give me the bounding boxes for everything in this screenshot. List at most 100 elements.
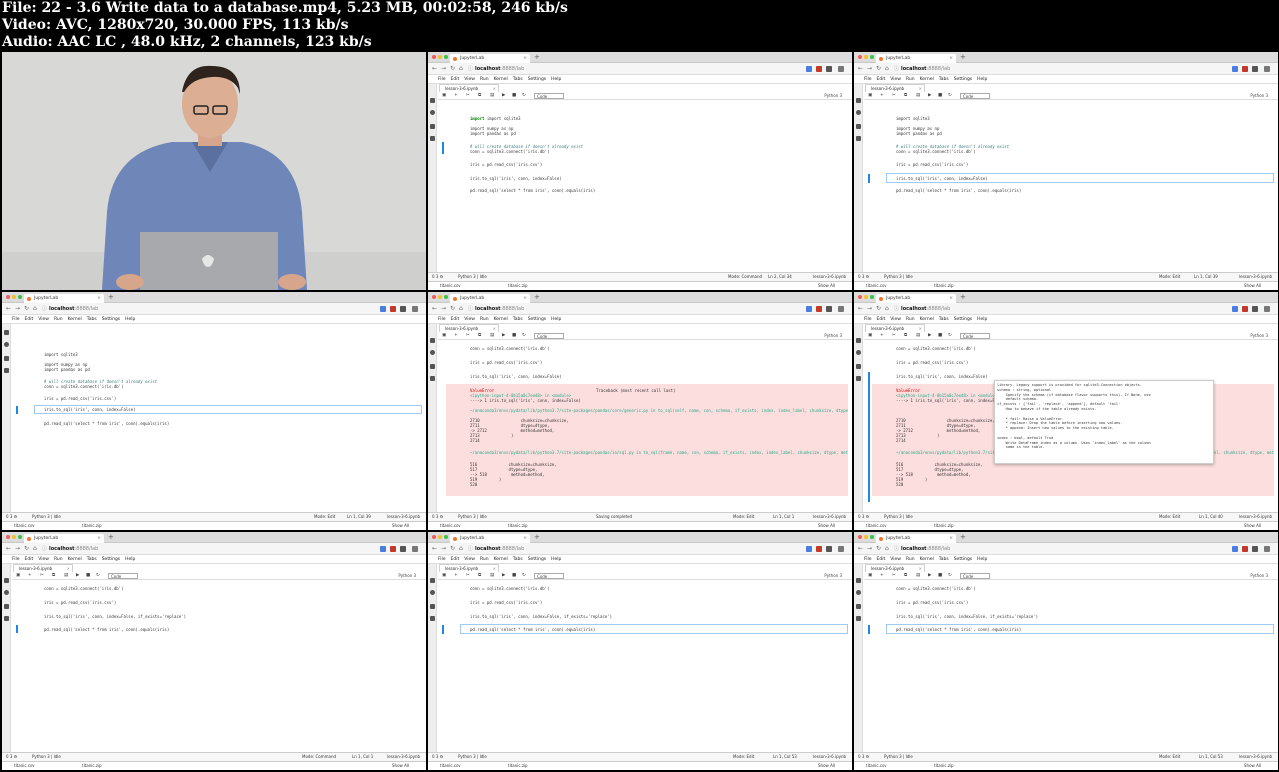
menu-view[interactable]: View: [890, 317, 901, 322]
run-icon[interactable]: ▶: [502, 92, 505, 100]
restart-icon[interactable]: ↻: [96, 572, 100, 580]
show-all-button[interactable]: Show All: [818, 522, 835, 530]
code-line[interactable]: iris.to_sql('iris', conn, index=False): [896, 176, 1274, 181]
browser-tab[interactable]: JupyterLab ×: [876, 534, 956, 543]
tabs-icon[interactable]: [856, 136, 861, 141]
cut-icon[interactable]: ✂: [892, 332, 896, 340]
show-all-button[interactable]: Show All: [1244, 282, 1261, 290]
tabs-icon[interactable]: [856, 616, 861, 621]
menu-icon[interactable]: [1264, 546, 1270, 552]
window-controls[interactable]: [858, 295, 874, 299]
download-item[interactable]: titanic.zip: [82, 522, 102, 530]
extension-icon[interactable]: [390, 546, 396, 552]
new-tab-icon[interactable]: +: [108, 533, 114, 542]
code-line[interactable]: pd.read_sql('select * from iris', conn).…: [470, 627, 848, 632]
download-item[interactable]: titanic.csv: [440, 762, 460, 770]
download-item[interactable]: titanic.csv: [14, 522, 34, 530]
code-line[interactable]: iris = pd.read_csv('iris.csv'): [896, 600, 1274, 605]
bookmark-icon[interactable]: [1232, 546, 1238, 552]
window-controls[interactable]: [6, 535, 22, 539]
browser-tab[interactable]: JupyterLab ×: [450, 534, 530, 543]
menu-icon[interactable]: [838, 66, 844, 72]
home-icon[interactable]: ⌂: [459, 545, 463, 553]
menu-view[interactable]: View: [464, 317, 475, 322]
code-line[interactable]: iris.to_sql('iris', conn, index=False, i…: [896, 614, 1274, 619]
bookmark-icon[interactable]: [380, 306, 386, 312]
download-item[interactable]: titanic.zip: [508, 282, 528, 290]
restart-icon[interactable]: ↻: [522, 92, 526, 100]
show-all-button[interactable]: Show All: [818, 282, 835, 290]
menu-help[interactable]: Help: [125, 317, 135, 322]
menu-icon[interactable]: [412, 546, 418, 552]
menu-file[interactable]: File: [864, 77, 872, 82]
new-tab-icon[interactable]: +: [960, 533, 966, 542]
run-icon[interactable]: ▶: [76, 572, 79, 580]
show-all-button[interactable]: Show All: [1244, 522, 1261, 530]
folder-icon[interactable]: [430, 98, 435, 103]
address-field[interactable]: ⓘ localhost:8888/lab: [42, 545, 336, 553]
menu-file[interactable]: File: [438, 317, 446, 322]
cell-type-select[interactable]: Code: [534, 573, 564, 579]
paste-icon[interactable]: ▤: [916, 572, 920, 580]
new-tab-icon[interactable]: +: [534, 53, 540, 62]
menu-help[interactable]: Help: [551, 557, 561, 562]
running-icon[interactable]: [856, 110, 861, 115]
browser-tab[interactable]: JupyterLab ×: [450, 54, 530, 63]
cell-type-select[interactable]: Code: [960, 573, 990, 579]
menu-edit[interactable]: Edit: [451, 317, 460, 322]
home-icon[interactable]: ⌂: [33, 545, 37, 553]
code-line[interactable]: iris.to_sql('iris', conn, index=False): [44, 407, 422, 412]
menu-run[interactable]: Run: [54, 557, 63, 562]
commands-icon[interactable]: [430, 364, 435, 369]
menu-kernel[interactable]: Kernel: [494, 77, 508, 82]
notebook-tab[interactable]: lesson-3-6.ipynb ×: [13, 564, 73, 572]
download-item[interactable]: titanic.csv: [14, 762, 34, 770]
kernel-status[interactable]: Python 3 | Idle: [458, 273, 487, 281]
menu-view[interactable]: View: [38, 317, 49, 322]
back-icon[interactable]: ←: [432, 545, 437, 553]
run-icon[interactable]: ▶: [502, 572, 505, 580]
cut-icon[interactable]: ✂: [466, 92, 470, 100]
running-icon[interactable]: [430, 350, 435, 355]
menu-icon[interactable]: [1264, 66, 1270, 72]
download-item[interactable]: titanic.zip: [508, 762, 528, 770]
download-item[interactable]: titanic.zip: [934, 282, 954, 290]
notebook-tab[interactable]: lesson-3-6.ipynb ×: [439, 564, 499, 572]
menu-icon[interactable]: [838, 306, 844, 312]
running-icon[interactable]: [4, 342, 9, 347]
window-controls[interactable]: [6, 295, 22, 299]
running-icon[interactable]: [856, 350, 861, 355]
browser-tab[interactable]: JupyterLab ×: [24, 294, 104, 303]
window-controls[interactable]: [432, 295, 448, 299]
stop-icon[interactable]: ■: [512, 92, 516, 100]
menu-file[interactable]: File: [864, 557, 872, 562]
menu-file[interactable]: File: [864, 317, 872, 322]
code-line[interactable]: import sqlite3: [44, 352, 422, 357]
kernel-status[interactable]: Python 3 | Idle: [884, 753, 913, 761]
commands-icon[interactable]: [856, 364, 861, 369]
show-all-button[interactable]: Show All: [392, 762, 409, 770]
notebook-tab[interactable]: lesson-3-6.ipynb ×: [865, 84, 925, 92]
code-line[interactable]: conn = sqlite3.connect('iris.db'): [470, 346, 848, 351]
tabs-icon[interactable]: [4, 368, 9, 373]
code-line[interactable]: iris = pd.read_csv('iris.csv'): [896, 162, 1274, 167]
stop-icon[interactable]: ■: [938, 572, 942, 580]
menu-settings[interactable]: Settings: [102, 317, 120, 322]
save-icon[interactable]: ▣: [868, 92, 872, 100]
back-icon[interactable]: ←: [858, 65, 863, 73]
show-all-button[interactable]: Show All: [818, 762, 835, 770]
code-line[interactable]: import pandas as pd: [470, 131, 848, 136]
menu-view[interactable]: View: [890, 557, 901, 562]
menu-settings[interactable]: Settings: [102, 557, 120, 562]
address-field[interactable]: ⓘ localhost:8888/lab: [468, 305, 762, 313]
download-item[interactable]: titanic.csv: [440, 522, 460, 530]
save-icon[interactable]: ▣: [868, 572, 872, 580]
extension-icon[interactable]: [826, 306, 832, 312]
bookmark-icon[interactable]: [1232, 306, 1238, 312]
menu-tabs[interactable]: Tabs: [939, 77, 949, 82]
stop-icon[interactable]: ■: [86, 572, 90, 580]
extension-icon[interactable]: [816, 66, 822, 72]
browser-tab[interactable]: JupyterLab ×: [876, 294, 956, 303]
menu-settings[interactable]: Settings: [528, 77, 546, 82]
commands-icon[interactable]: [430, 124, 435, 129]
